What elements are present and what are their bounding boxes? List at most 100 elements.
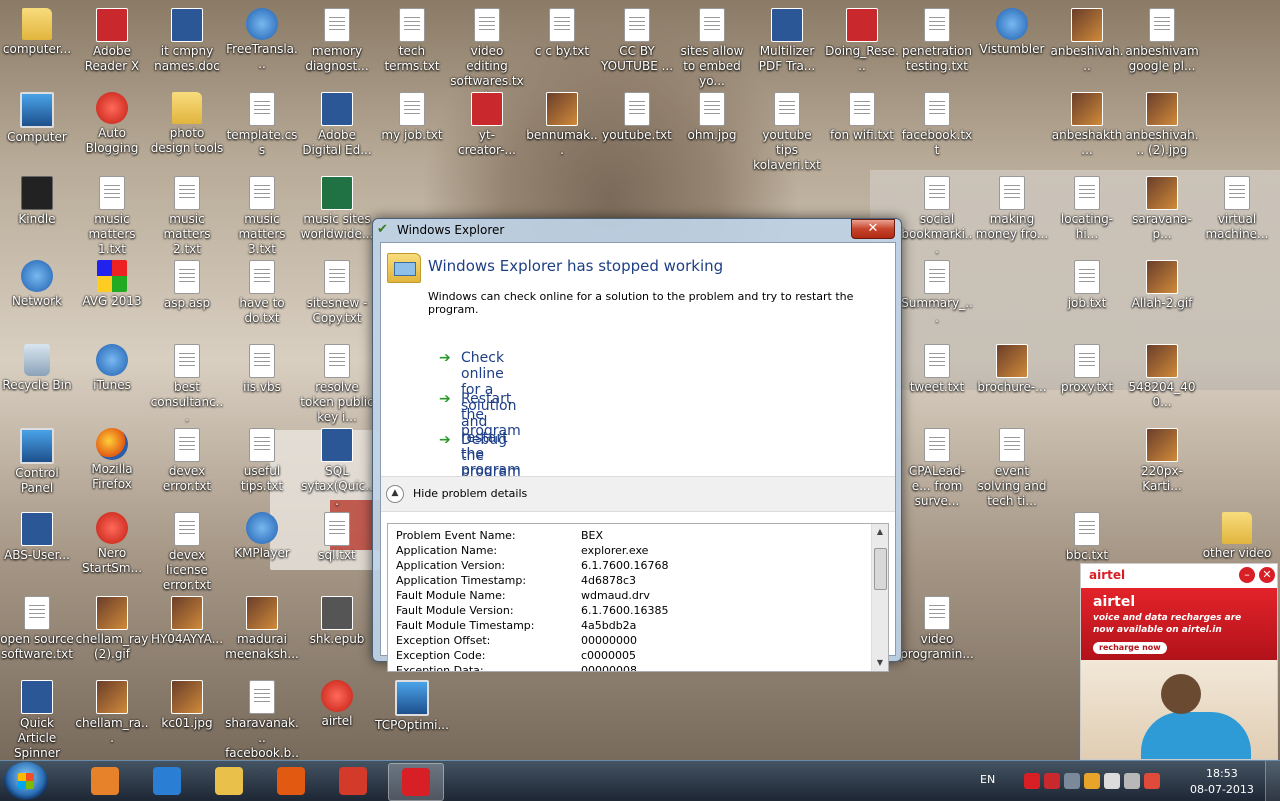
start-button[interactable] <box>4 762 48 800</box>
desktop-icon[interactable]: facebook.txt <box>900 92 974 158</box>
desktop-icon[interactable]: locating-hi... <box>1050 176 1124 242</box>
desktop-icon[interactable]: Multilizer PDF Tra... <box>750 8 824 74</box>
desktop-icon[interactable]: video editing softwares.txt <box>450 8 524 104</box>
desktop-icon[interactable]: Adobe Reader X <box>75 8 149 74</box>
desktop-icon[interactable]: Recycle Bin <box>0 344 74 393</box>
desktop-icon[interactable]: iTunes <box>75 344 149 393</box>
desktop-icon[interactable]: shk.epub <box>300 596 374 647</box>
desktop-icon[interactable]: anbeshivah... (2).jpg <box>1125 92 1199 158</box>
desktop-icon[interactable]: photo design tools <box>150 92 224 156</box>
ad-close-button[interactable]: ✕ <box>1259 567 1275 583</box>
flag-icon[interactable] <box>1124 773 1140 789</box>
desktop-icon[interactable]: music matters 3.txt <box>225 176 299 257</box>
avg-tray-icon[interactable] <box>1084 773 1100 789</box>
taskbar-firefox[interactable] <box>264 763 318 799</box>
desktop-icon[interactable]: anbeshakth... <box>1050 92 1124 158</box>
taskbar-media-player[interactable] <box>78 763 132 799</box>
problem-details-toggle[interactable]: ▲ Hide problem details <box>381 476 895 512</box>
scroll-thumb[interactable] <box>874 548 887 590</box>
usb-icon[interactable] <box>1104 773 1120 789</box>
desktop-icon[interactable]: anbeshivam google pl... <box>1125 8 1199 74</box>
desktop-icon[interactable]: chellam_ra... <box>75 680 149 746</box>
desktop-icon[interactable]: Allah-2.gif <box>1125 260 1199 311</box>
desktop-icon[interactable]: madurai meenaksh... <box>225 596 299 662</box>
desktop-icon[interactable]: Control Panel <box>0 428 74 496</box>
desktop-icon[interactable]: yt-creator-... <box>450 92 524 158</box>
desktop-icon[interactable]: brochure-... <box>975 344 1049 395</box>
desktop-icon[interactable]: Auto Blogging <box>75 92 149 156</box>
volume-muted-icon[interactable] <box>1044 773 1060 789</box>
desktop-icon[interactable]: HY04AYYA... <box>150 596 224 647</box>
desktop-icon[interactable]: sql.txt <box>300 512 374 563</box>
desktop-icon[interactable]: TCPOptimi... <box>375 680 449 733</box>
desktop-icon[interactable]: Vistumbler <box>975 8 1049 57</box>
desktop-icon[interactable]: ABS-User... <box>0 512 74 563</box>
connection-error-icon[interactable] <box>1144 773 1160 789</box>
desktop-icon[interactable]: youtube tips kolaveri.txt <box>750 92 824 173</box>
desktop-icon[interactable]: it cmpny names.doc <box>150 8 224 74</box>
taskbar-avg[interactable] <box>326 763 380 799</box>
ad-minimize-button[interactable]: – <box>1239 567 1255 583</box>
desktop-icon[interactable]: best consultanc... <box>150 344 224 425</box>
airtel-ad-popup[interactable]: airtel – ✕ airtel voice and data recharg… <box>1080 563 1278 760</box>
desktop-icon[interactable]: AVG 2013 <box>75 260 149 309</box>
desktop-icon[interactable]: fon wifi.txt <box>825 92 899 143</box>
airtel-tray-icon[interactable] <box>1024 773 1040 789</box>
desktop-icon[interactable]: job.txt <box>1050 260 1124 311</box>
desktop-icon[interactable]: Network <box>0 260 74 309</box>
recharge-now-button[interactable]: recharge now <box>1093 642 1167 654</box>
desktop-icon[interactable]: Computer <box>0 92 74 145</box>
desktop-icon[interactable]: computer... <box>0 8 74 57</box>
desktop-icon[interactable]: tweet.txt <box>900 344 974 395</box>
clock-date[interactable]: 08-07-2013 <box>1190 783 1254 796</box>
desktop-icon[interactable]: Quick Article Spinner <box>0 680 74 761</box>
desktop-icon[interactable]: making money fro... <box>975 176 1049 242</box>
desktop-icon[interactable]: social bookmarki... <box>900 176 974 257</box>
show-desktop-button[interactable] <box>1265 761 1280 801</box>
scroll-down-icon[interactable]: ▼ <box>872 655 888 671</box>
clock-time[interactable]: 18:53 <box>1206 767 1238 780</box>
desktop-icon[interactable]: sites allow to embed yo... <box>675 8 749 89</box>
desktop-icon[interactable]: virtual machine... <box>1200 176 1274 242</box>
desktop-icon[interactable]: music matters 1.txt <box>75 176 149 257</box>
desktop-icon[interactable]: memory diagnost... <box>300 8 374 74</box>
desktop-icon[interactable]: other video <box>1200 512 1274 561</box>
desktop-icon[interactable]: tech terms.txt <box>375 8 449 74</box>
desktop-icon[interactable]: bbc.txt <box>1050 512 1124 563</box>
language-indicator[interactable]: EN <box>980 773 995 786</box>
desktop-icon[interactable]: SQL sytax(Quic... <box>300 428 374 509</box>
desktop-icon[interactable]: event solving and tech ti... <box>975 428 1049 509</box>
desktop-icon[interactable]: CC BY YOUTUBE ... <box>600 8 674 74</box>
desktop-icon[interactable]: ohm.jpg <box>675 92 749 143</box>
desktop-icon[interactable]: my job.txt <box>375 92 449 143</box>
desktop-icon[interactable]: devex license error.txt <box>150 512 224 593</box>
desktop-icon[interactable]: anbeshivah... <box>1050 8 1124 74</box>
desktop-icon[interactable]: chellam_ray (2).gif <box>75 596 149 662</box>
details-scrollbar[interactable]: ▲ ▼ <box>871 524 888 671</box>
desktop-icon[interactable]: bennumak... <box>525 92 599 158</box>
desktop-icon[interactable]: 548204_400... <box>1125 344 1199 410</box>
desktop-icon[interactable]: music sites worldwide... <box>300 176 374 242</box>
desktop-icon[interactable]: c c by.txt <box>525 8 599 59</box>
desktop-icon[interactable]: FreeTransla... <box>225 8 299 72</box>
desktop-icon[interactable]: Kindle <box>0 176 74 227</box>
scroll-up-icon[interactable]: ▲ <box>872 524 888 540</box>
desktop-icon[interactable]: CPALead-e... from surve... <box>900 428 974 509</box>
desktop-icon[interactable]: open source software.txt <box>0 596 74 662</box>
desktop-icon[interactable]: have to do.txt <box>225 260 299 326</box>
desktop-icon[interactable]: Nero StartSm... <box>75 512 149 576</box>
problem-details-textbox[interactable]: ▲ ▼ Problem Event Name: BEX Application Na… <box>387 523 889 672</box>
desktop-icon[interactable]: Mozilla Firefox <box>75 428 149 492</box>
desktop-icon[interactable]: sitesnew - Copy.txt <box>300 260 374 326</box>
desktop-icon[interactable]: music matters 2.txt <box>150 176 224 257</box>
desktop-icon[interactable]: saravana-p... <box>1125 176 1199 242</box>
desktop-icon[interactable]: Doing_Rese... <box>825 8 899 74</box>
desktop-icon[interactable]: asp.asp <box>150 260 224 311</box>
desktop-icon[interactable]: penetration testing.txt <box>900 8 974 74</box>
chevron-up-icon[interactable]: ▲ <box>386 485 404 503</box>
desktop-icon[interactable]: Adobe Digital Ed... <box>300 92 374 158</box>
desktop-icon[interactable]: proxy.txt <box>1050 344 1124 395</box>
desktop-icon[interactable]: video programin... <box>900 596 974 662</box>
taskbar-internet-explorer[interactable] <box>140 763 194 799</box>
desktop-icon[interactable]: youtube.txt <box>600 92 674 143</box>
